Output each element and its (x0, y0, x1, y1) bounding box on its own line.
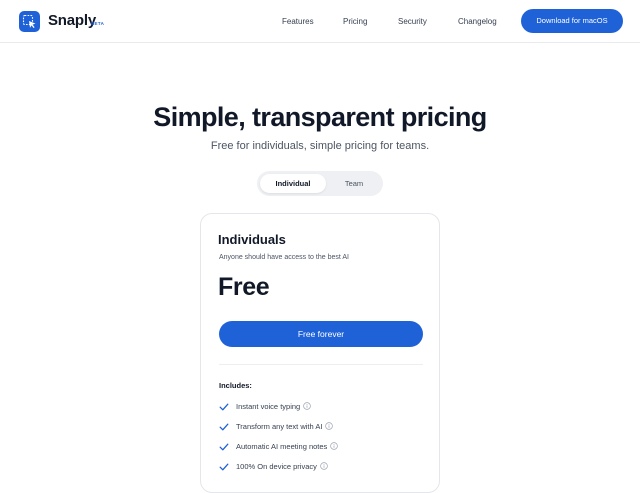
feature-label: Automatic AI meeting notes (236, 442, 328, 451)
nav-link-features[interactable]: Features (282, 17, 314, 26)
beta-badge: BETA (91, 21, 105, 26)
feature-item: Transform any text with AI (219, 421, 429, 433)
plan-price: Free (218, 273, 270, 301)
page-subtitle: Free for individuals, simple pricing for… (210, 140, 430, 152)
toggle-option-team[interactable]: Team (327, 174, 381, 193)
check-icon (219, 423, 229, 431)
feature-row: Transform any text with AI (236, 422, 334, 431)
info-icon[interactable] (303, 402, 311, 410)
check-icon (219, 403, 229, 411)
nav-link-changelog[interactable]: Changelog (458, 17, 497, 26)
includes-label: Includes: (219, 381, 252, 390)
nav-link-security[interactable]: Security (398, 17, 427, 26)
pricing-card-individuals: Individuals Anyone should have access to… (200, 213, 440, 493)
free-forever-button[interactable]: Free forever (219, 321, 423, 347)
plan-name: Individuals (218, 232, 286, 247)
card-divider (219, 364, 423, 365)
feature-label: Transform any text with AI (236, 422, 323, 431)
info-icon[interactable] (320, 462, 328, 470)
plan-description: Anyone should have access to the best AI (219, 254, 349, 261)
feature-row: 100% On device privacy (236, 462, 328, 471)
check-icon (219, 463, 229, 471)
brand-name[interactable]: Snaply (48, 12, 96, 29)
check-icon (219, 443, 229, 451)
feature-item: Automatic AI meeting notes (219, 441, 429, 453)
top-navigation-bar: Snaply BETA Features Pricing Security Ch… (0, 0, 640, 43)
nav-link-pricing[interactable]: Pricing (343, 17, 367, 26)
feature-row: Instant voice typing (236, 402, 311, 411)
info-icon[interactable] (330, 442, 339, 450)
toggle-option-individual[interactable]: Individual (260, 174, 326, 193)
feature-label: 100% On device privacy (236, 462, 317, 471)
page-title: Simple, transparent pricing (153, 102, 487, 132)
feature-label: Instant voice typing (236, 402, 301, 411)
feature-item: 100% On device privacy (219, 461, 429, 473)
info-icon[interactable] (325, 422, 334, 430)
plan-type-toggle: Individual Team (257, 171, 383, 196)
download-for-macos-button[interactable]: Download for macOS (521, 9, 623, 33)
feature-item: Instant voice typing (219, 401, 429, 413)
snaply-logo-icon[interactable] (19, 11, 40, 32)
feature-row: Automatic AI meeting notes (236, 442, 339, 451)
